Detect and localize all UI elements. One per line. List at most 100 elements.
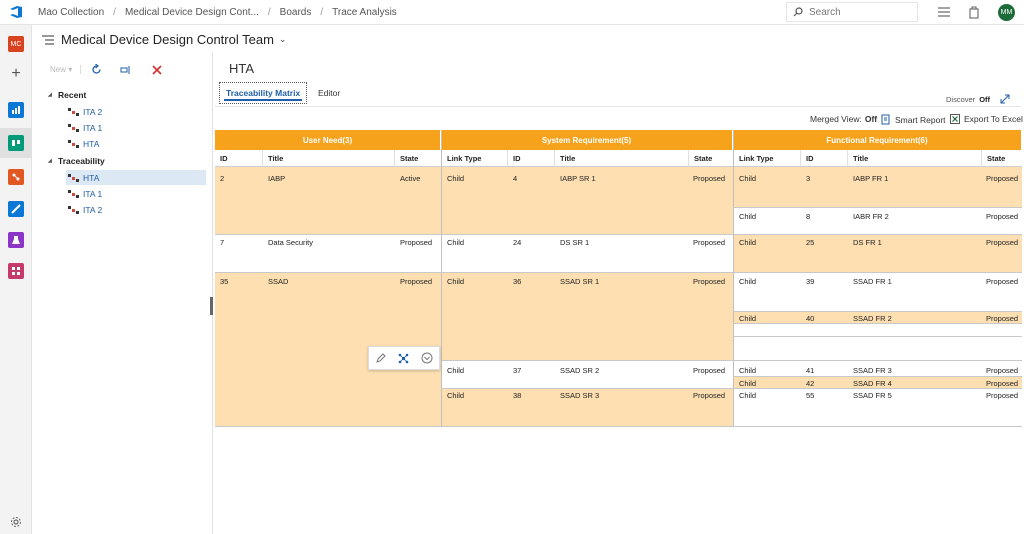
new-button[interactable]: New ▾ [50,65,82,74]
cell-id[interactable]: 7 [215,233,224,247]
cell-id[interactable]: 37 [508,361,521,375]
tree-group-traceability[interactable]: Traceability [48,156,105,166]
cell-title[interactable]: SSAD SR 1 [555,272,599,286]
row-divider [733,323,1022,324]
refresh-icon[interactable] [91,64,102,75]
cell-title[interactable]: SSAD SR 3 [555,386,599,400]
delete-icon[interactable] [152,64,162,75]
cell-title[interactable]: SSAD FR 3 [848,361,892,375]
cell-title[interactable]: DS FR 1 [848,233,882,247]
cell-id[interactable]: 55 [801,386,814,400]
cell-id[interactable]: 35 [215,272,228,286]
tree-item-recent-ita2[interactable]: ITA 2 [66,104,206,119]
repos-icon[interactable] [8,169,24,185]
link-network-icon[interactable] [398,353,409,364]
cell-title[interactable]: SSAD FR 1 [848,272,892,286]
cell-id[interactable]: 4 [508,169,517,183]
cell-state: Proposed [693,277,726,286]
smart-report-button[interactable]: Smart Report [881,114,946,125]
cell-title[interactable]: IABP FR 1 [848,169,888,183]
column-header[interactable]: Link Type [441,150,507,167]
cell-id[interactable]: 2 [215,169,224,183]
pipelines-icon[interactable] [8,201,24,217]
column-header[interactable]: ID [507,150,554,167]
column-header[interactable]: Title [554,150,688,167]
settings-gear-icon[interactable] [10,516,22,528]
merged-view-toggle[interactable]: Merged View: Off [810,114,877,124]
cell-title[interactable]: IABP SR 1 [555,169,596,183]
rename-icon[interactable] [120,65,132,75]
query-icon [68,107,79,116]
query-icon [68,123,79,132]
merged-view-label: Merged View: [810,114,862,124]
column-header[interactable]: State [394,150,441,167]
edit-pencil-icon[interactable] [375,352,386,364]
cell-link-type: Child [739,277,757,286]
cell-link-type: Child [447,174,465,183]
breadcrumb-project[interactable]: Medical Device Design Cont... [125,7,259,18]
column-header[interactable]: Link Type [733,150,800,167]
column-header[interactable]: State [688,150,733,167]
cell-id[interactable]: 39 [801,272,814,286]
cell-state: Proposed [986,366,1019,375]
tab-divider [215,106,1021,107]
overview-icon[interactable] [8,102,24,118]
cell-id[interactable]: 41 [801,361,814,375]
team-selector[interactable]: Medical Device Design Control Team ⌄ [42,32,286,47]
breadcrumb-trace-analysis[interactable]: Trace Analysis [332,7,397,18]
column-header[interactable]: ID [215,150,262,167]
tree-item-label: ITA 2 [83,204,103,215]
azure-devops-logo-icon[interactable] [0,0,32,25]
export-excel-button[interactable]: Export To Excel [950,114,1023,124]
row-divider [441,388,1022,389]
cell-title[interactable]: SSAD FR 5 [848,386,892,400]
column-header[interactable]: Title [847,150,981,167]
cell-title[interactable]: SSAD SR 2 [555,361,599,375]
search-placeholder: Search [809,6,841,18]
breadcrumb-collection[interactable]: Mao Collection [38,7,104,18]
tab-editor[interactable]: Editor [312,82,346,104]
cell-title[interactable]: IABP [263,169,285,183]
cell-id[interactable]: 36 [508,272,521,286]
tree-item-trace-hta[interactable]: HTA [66,170,206,185]
tree-item-trace-ita2[interactable]: ITA 2 [66,202,206,217]
org-avatar[interactable]: MC [8,36,24,52]
cell-title[interactable]: DS SR 1 [555,233,589,247]
artifacts-icon[interactable] [8,263,24,279]
cell-id[interactable]: 40 [801,309,814,323]
list-settings-icon[interactable] [937,5,951,19]
cell-id[interactable]: 3 [801,169,810,183]
tree-item-recent-ita1[interactable]: ITA 1 [66,120,206,135]
more-options-chevron-icon[interactable] [421,352,433,364]
add-icon[interactable]: + [8,65,24,82]
search-box[interactable]: Search [786,2,918,22]
cell-state: Proposed [986,174,1019,183]
test-plans-icon[interactable] [8,232,24,248]
tab-traceability-matrix[interactable]: Traceability Matrix [219,82,308,104]
cell-title[interactable]: IABR FR 2 [848,207,889,221]
user-avatar[interactable]: MM [998,4,1015,21]
cell-id[interactable]: 24 [508,233,521,247]
tree-item-trace-ita1[interactable]: ITA 1 [66,186,206,201]
cell-id[interactable]: 25 [801,233,814,247]
shopping-bag-icon[interactable] [967,5,981,19]
discover-value: Off [979,94,991,104]
tree-item-recent-hta[interactable]: HTA [66,136,206,151]
boards-icon[interactable] [8,135,24,151]
column-header[interactable]: Title [262,150,394,167]
tree-item-label: HTA [83,138,100,149]
splitter-handle[interactable] [210,297,213,315]
expand-icon[interactable] [1000,94,1010,104]
column-header[interactable]: State [981,150,1022,167]
cell-id[interactable]: 8 [801,207,810,221]
cell-title[interactable]: SSAD [263,272,288,286]
breadcrumb-boards[interactable]: Boards [280,7,312,18]
group-header-system-requirement: System Requirement(5) [441,130,733,150]
row-divider [733,336,1022,337]
cell-title[interactable]: Data Security [263,233,313,247]
cell-id[interactable]: 38 [508,386,521,400]
tree-group-recent[interactable]: Recent [48,90,86,100]
discover-toggle[interactable]: Discover Off [946,94,1010,104]
column-header[interactable]: ID [800,150,847,167]
cell-title[interactable]: SSAD FR 2 [848,309,892,323]
